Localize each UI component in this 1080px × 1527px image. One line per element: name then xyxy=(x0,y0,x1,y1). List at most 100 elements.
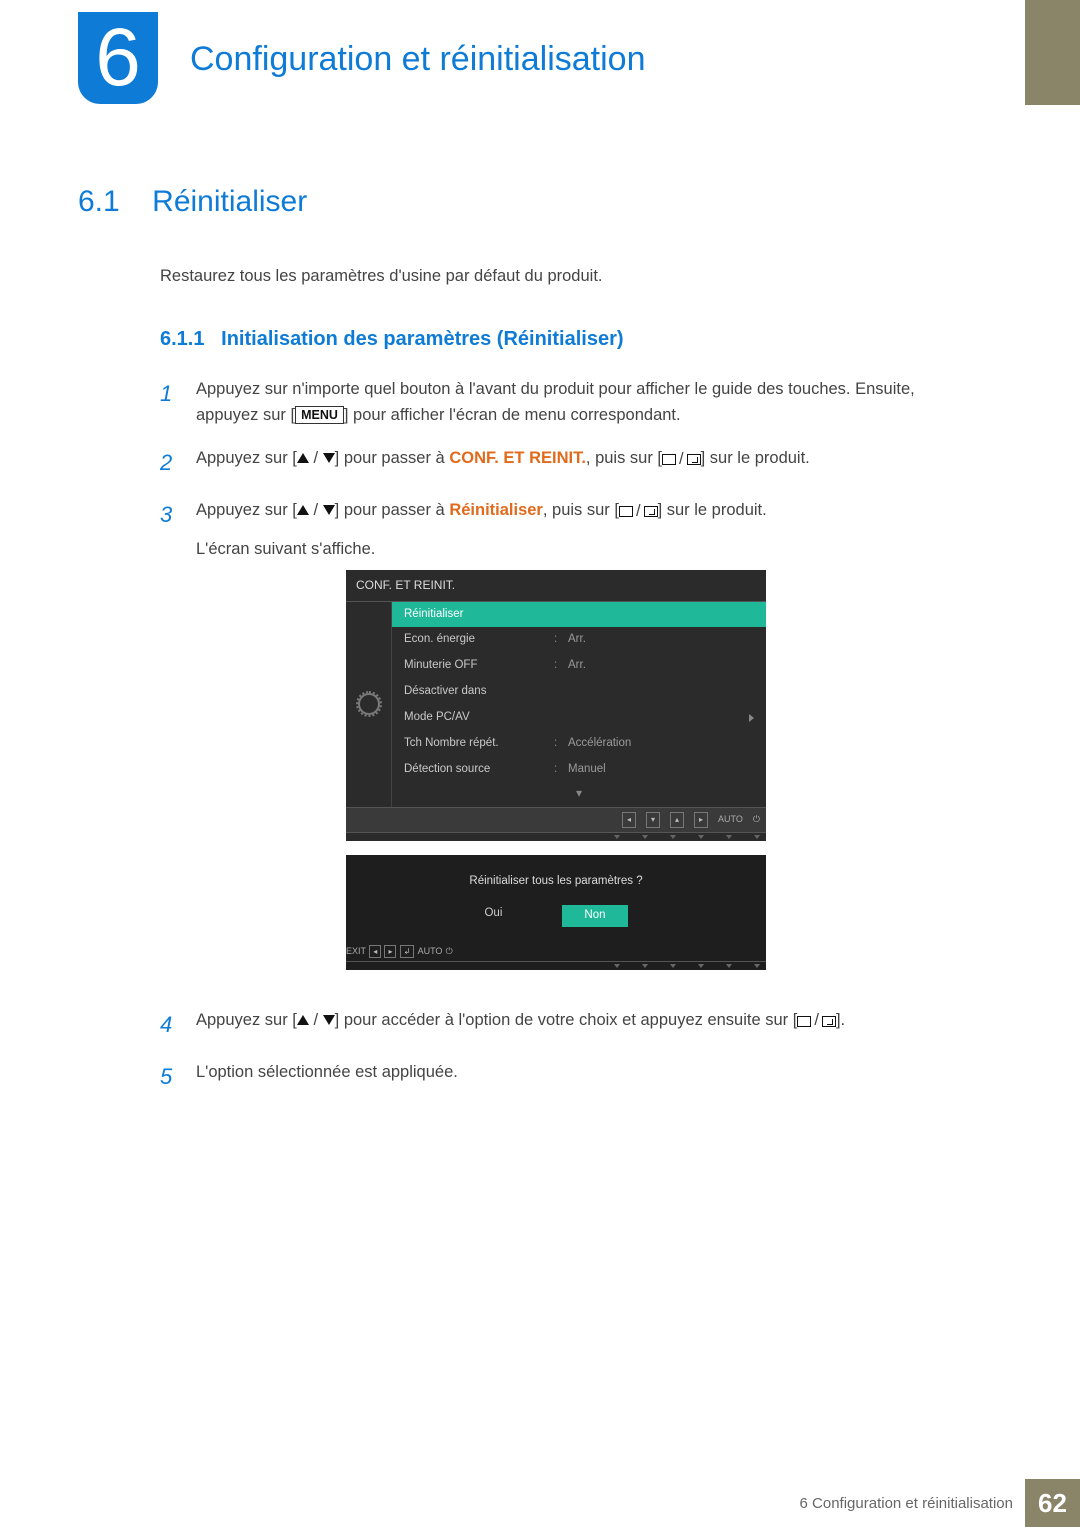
step-text: Appuyez sur [ xyxy=(196,501,297,519)
footer-text: 6 Configuration et réinitialisation xyxy=(800,1495,1013,1512)
subsection-heading: 6.1.1 Initialisation des paramètres (Réi… xyxy=(160,328,978,351)
nav-up-icon: ▴ xyxy=(670,812,684,828)
enter-icon: / xyxy=(619,499,658,525)
step-number: 2 xyxy=(160,446,178,480)
gear-icon xyxy=(358,693,380,715)
osd-rows: Réinitialiser Econ. énergie:Arr. Minuter… xyxy=(392,602,766,807)
osd-navbar: ◂ ▾ ▴ ▸ AUTO ⏻ xyxy=(346,807,766,832)
osd-row-label: Réinitialiser xyxy=(404,606,554,624)
nav-forward-icon: ▸ xyxy=(694,812,708,828)
step-text: ] pour afficher l'écran de menu correspo… xyxy=(344,406,681,424)
step-text: ] pour passer à xyxy=(335,449,450,467)
step-text: , puis sur [ xyxy=(543,501,619,519)
osd-navbar: EXIT ◂ ▸ ↲ AUTO ⏻ xyxy=(346,943,766,961)
osd-row-value: Accélération xyxy=(568,735,754,753)
chapter-title: Configuration et réinitialisation xyxy=(190,40,645,79)
step-text: , puis sur [ xyxy=(586,449,662,467)
arrow-right-icon xyxy=(749,714,754,722)
step-4: 4 Appuyez sur [ / ] pour accéder à l'opt… xyxy=(160,1008,978,1042)
osd-row-value: Arr. xyxy=(568,657,754,675)
steps-list: 1 Appuyez sur n'importe quel bouton à l'… xyxy=(160,377,978,1094)
nav-back-icon: ◂ xyxy=(622,812,636,828)
triangle-down-icon xyxy=(323,1015,335,1025)
osd-confirm-question: Réinitialiser tous les paramètres ? xyxy=(346,855,766,905)
nav-exit-label: EXIT xyxy=(346,946,366,956)
step-number: 1 xyxy=(160,377,178,428)
power-icon: ⏻ xyxy=(446,946,453,956)
step-number: 4 xyxy=(160,1008,178,1042)
nav-down-icon: ▾ xyxy=(646,812,660,828)
osd-row: Minuterie OFF:Arr. xyxy=(392,653,766,679)
osd-row: Détection source:Manuel xyxy=(392,757,766,783)
step-text: ]. xyxy=(836,1011,845,1029)
page-number: 62 xyxy=(1025,1479,1080,1527)
osd-row-label: Détection source xyxy=(404,761,554,779)
osd-row: Econ. énergie:Arr. xyxy=(392,627,766,653)
osd-row: Réinitialiser xyxy=(392,602,766,628)
step-3: 3 Appuyez sur [ / ] pour passer à Réinit… xyxy=(160,498,978,990)
nav-auto-label: AUTO xyxy=(718,813,743,827)
chevron-down-icon: ▾ xyxy=(392,782,766,807)
section-title: Réinitialiser xyxy=(152,185,307,218)
menu-key-icon: MENU xyxy=(295,406,344,424)
step-number: 3 xyxy=(160,498,178,990)
osd-row-label: Tch Nombre répét. xyxy=(404,735,554,753)
triangle-down-icon xyxy=(323,453,335,463)
sidebar-accent xyxy=(1025,0,1080,105)
highlight-reinit: Réinitialiser xyxy=(449,501,543,519)
subsection-title: Initialisation des paramètres (Réinitial… xyxy=(221,328,623,350)
osd-nav-markers xyxy=(346,832,766,841)
osd-row: Mode PC/AV xyxy=(392,705,766,731)
step-text: Appuyez sur [ xyxy=(196,449,297,467)
osd-confirm-options: Oui Non xyxy=(346,905,766,943)
osd-title: CONF. ET REINIT. xyxy=(346,570,766,602)
enter-icon: / xyxy=(662,447,701,473)
step-body: Appuyez sur n'importe quel bouton à l'av… xyxy=(196,377,978,428)
nav-auto-label: AUTO xyxy=(418,946,443,956)
nav-enter-icon: ↲ xyxy=(400,945,415,958)
power-icon: ⏻ xyxy=(753,813,760,827)
osd-option-no: Non xyxy=(562,905,627,927)
step-body: L'option sélectionnée est appliquée. xyxy=(196,1060,978,1094)
step-body: Appuyez sur [ / ] pour passer à CONF. ET… xyxy=(196,446,978,480)
step-5: 5 L'option sélectionnée est appliquée. xyxy=(160,1060,978,1094)
subsection-number: 6.1.1 xyxy=(160,328,204,350)
step-text: ] sur le produit. xyxy=(701,449,810,467)
osd-confirm-dialog: Réinitialiser tous les paramètres ? Oui … xyxy=(346,855,766,969)
step-text: Appuyez sur [ xyxy=(196,1011,297,1029)
osd-row-label: Désactiver dans xyxy=(404,683,554,701)
osd-row-label: Mode PC/AV xyxy=(404,709,554,727)
triangle-up-icon xyxy=(297,505,309,515)
osd-screenshots: CONF. ET REINIT. Réinitialiser Econ. éne… xyxy=(346,570,978,970)
step-body: Appuyez sur [ / ] pour accéder à l'optio… xyxy=(196,1008,978,1042)
triangle-up-icon xyxy=(297,453,309,463)
osd-sidebar xyxy=(346,602,392,807)
osd-row-label: Minuterie OFF xyxy=(404,657,554,675)
step-text: ] pour accéder à l'option de votre choix… xyxy=(335,1011,798,1029)
highlight-conf: CONF. ET REINIT. xyxy=(449,449,586,467)
step-text: ] pour passer à xyxy=(335,501,450,519)
nav-forward-icon: ▸ xyxy=(384,945,396,958)
osd-row: Désactiver dans xyxy=(392,679,766,705)
osd-row-label: Econ. énergie xyxy=(404,631,554,649)
osd-nav-markers xyxy=(346,961,766,970)
step-body: Appuyez sur [ / ] pour passer à Réinitia… xyxy=(196,498,978,990)
triangle-up-icon xyxy=(297,1015,309,1025)
step-text: L'écran suivant s'affiche. xyxy=(196,537,978,563)
step-1: 1 Appuyez sur n'importe quel bouton à l'… xyxy=(160,377,978,428)
step-text: ] sur le produit. xyxy=(658,501,767,519)
step-2: 2 Appuyez sur [ / ] pour passer à CONF. … xyxy=(160,446,978,480)
nav-back-icon: ◂ xyxy=(369,945,381,958)
chapter-number-tab: 6 xyxy=(78,12,158,104)
page-footer: 6 Configuration et réinitialisation 62 xyxy=(0,1479,1080,1527)
section-number: 6.1 xyxy=(78,185,120,218)
enter-icon: / xyxy=(797,1008,836,1034)
osd-row-value: Arr. xyxy=(568,631,754,649)
step-number: 5 xyxy=(160,1060,178,1094)
osd-row: Tch Nombre répét.:Accélération xyxy=(392,731,766,757)
section-intro: Restaurez tous les paramètres d'usine pa… xyxy=(160,267,978,286)
osd-row-value: Manuel xyxy=(568,761,754,779)
osd-option-yes: Oui xyxy=(484,905,502,927)
section-heading: 6.1 Réinitialiser xyxy=(78,185,978,219)
triangle-down-icon xyxy=(323,505,335,515)
